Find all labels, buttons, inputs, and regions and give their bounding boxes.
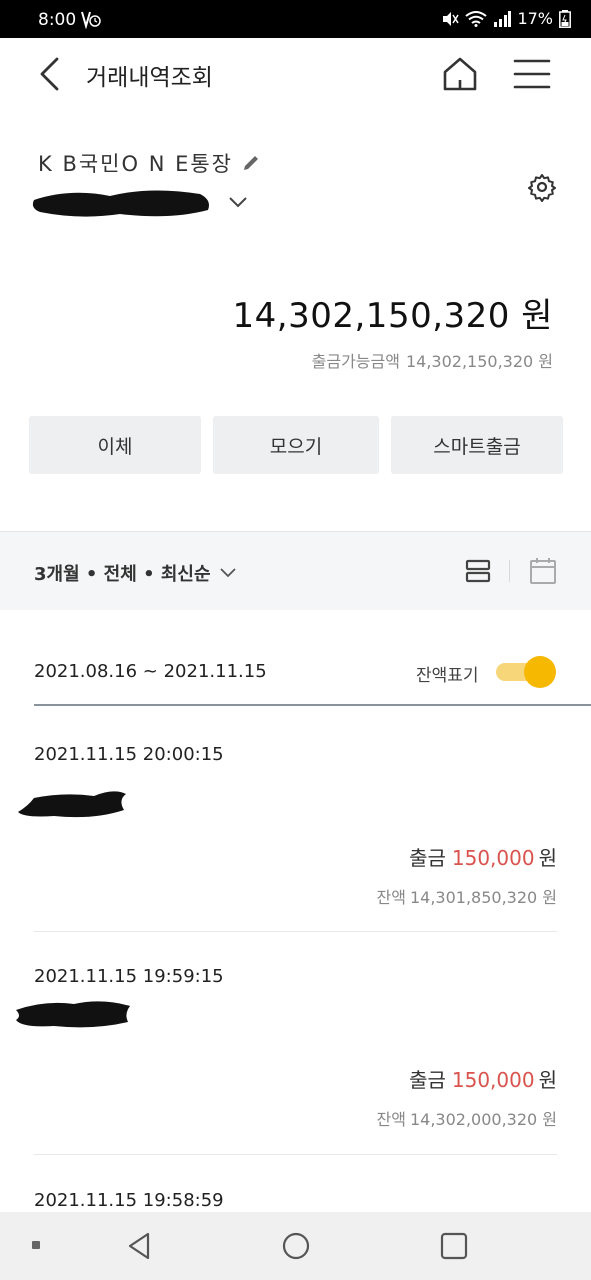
available-balance-row: 출금가능금액 14,302,150,320 원 (312, 348, 553, 372)
toggle-knob (524, 656, 556, 688)
view-separator (509, 560, 510, 582)
date-range: 2021.08.16 ~ 2021.11.15 (34, 661, 267, 682)
available-amount: 14,302,150,320 원 (405, 352, 553, 371)
home-button[interactable] (440, 54, 480, 94)
system-nav-bar (0, 1212, 591, 1280)
range-underline (34, 704, 591, 706)
transaction-amount: 150,000 (451, 846, 535, 870)
account-name: K B국민O N E통장 (38, 152, 233, 176)
nav-dot-icon[interactable] (32, 1241, 40, 1249)
signal-icon (494, 10, 512, 27)
transaction-balance-row: 잔액 14,301,850,320 원 (377, 884, 558, 908)
balance-label: 잔액 (376, 888, 406, 907)
transaction-balance: 14,302,000,320 원 (409, 1110, 557, 1129)
account-select-chevron-icon[interactable] (226, 192, 250, 212)
transaction-datetime: 2021.11.15 20:00:15 (34, 744, 224, 765)
account-name-row: K B국민O N E통장 (38, 148, 261, 178)
calendar-view-icon[interactable] (528, 556, 558, 586)
page-title: 거래내역조회 (86, 65, 213, 91)
nav-home-icon[interactable] (280, 1230, 312, 1262)
nav-back-icon[interactable] (124, 1230, 156, 1262)
transaction-datetime: 2021.11.15 19:58:59 (34, 1190, 224, 1211)
status-bar: 8:00 17% (0, 0, 591, 38)
collect-button[interactable]: 모으기 (213, 416, 379, 474)
smart-withdraw-button[interactable]: 스마트출금 (391, 416, 563, 474)
menu-button[interactable] (512, 56, 552, 92)
balance-toggle[interactable] (496, 656, 558, 688)
status-icons: 17% (441, 9, 571, 28)
balance-label: 잔액 (376, 1110, 406, 1129)
status-time: 8:00 (38, 10, 77, 30)
battery-icon (559, 9, 571, 28)
transaction-amount-row: 출금 150,000 원 (409, 1064, 557, 1093)
transfer-button[interactable]: 이체 (29, 416, 201, 474)
chevron-down-icon (219, 568, 236, 578)
transaction-balance: 14,301,850,320 원 (409, 888, 557, 907)
transaction-datetime: 2021.11.15 19:59:15 (34, 966, 224, 987)
filter-dropdown[interactable]: 3개월 • 전체 • 최신순 (34, 560, 237, 586)
transaction-currency: 원 (538, 846, 557, 870)
transaction-amount: 150,000 (451, 1068, 535, 1092)
network-indicator-icon (81, 11, 101, 29)
transaction-divider (34, 1154, 557, 1155)
balance-toggle-label: 잔액표기 (416, 666, 479, 686)
filter-bar: 3개월 • 전체 • 최신순 (0, 532, 591, 610)
transaction-amount-row: 출금 150,000 원 (409, 842, 557, 871)
transaction-description-redacted (16, 1001, 130, 1028)
app-header: 거래내역조회 (0, 38, 591, 110)
transaction-balance-row: 잔액 14,302,000,320 원 (377, 1106, 558, 1130)
transaction-description-redacted (18, 791, 126, 818)
transaction-type: 출금 (409, 846, 446, 870)
account-balance: 14,302,150,320 원 (232, 296, 553, 336)
battery-percent: 17% (517, 9, 553, 28)
wifi-icon (465, 10, 488, 27)
transaction-currency: 원 (538, 1068, 557, 1092)
account-number-redacted (32, 190, 209, 217)
mute-icon (443, 11, 460, 26)
transaction-divider (34, 931, 557, 932)
back-button[interactable] (36, 56, 64, 92)
transaction-type: 출금 (409, 1068, 446, 1092)
edit-pencil-icon[interactable] (241, 153, 261, 173)
nav-recent-apps-icon[interactable] (439, 1231, 469, 1261)
available-label: 출금가능금액 (311, 352, 400, 371)
filter-label: 3개월 • 전체 • 최신순 (34, 564, 211, 585)
list-view-icon[interactable] (464, 558, 492, 584)
settings-gear-icon[interactable] (527, 172, 557, 202)
